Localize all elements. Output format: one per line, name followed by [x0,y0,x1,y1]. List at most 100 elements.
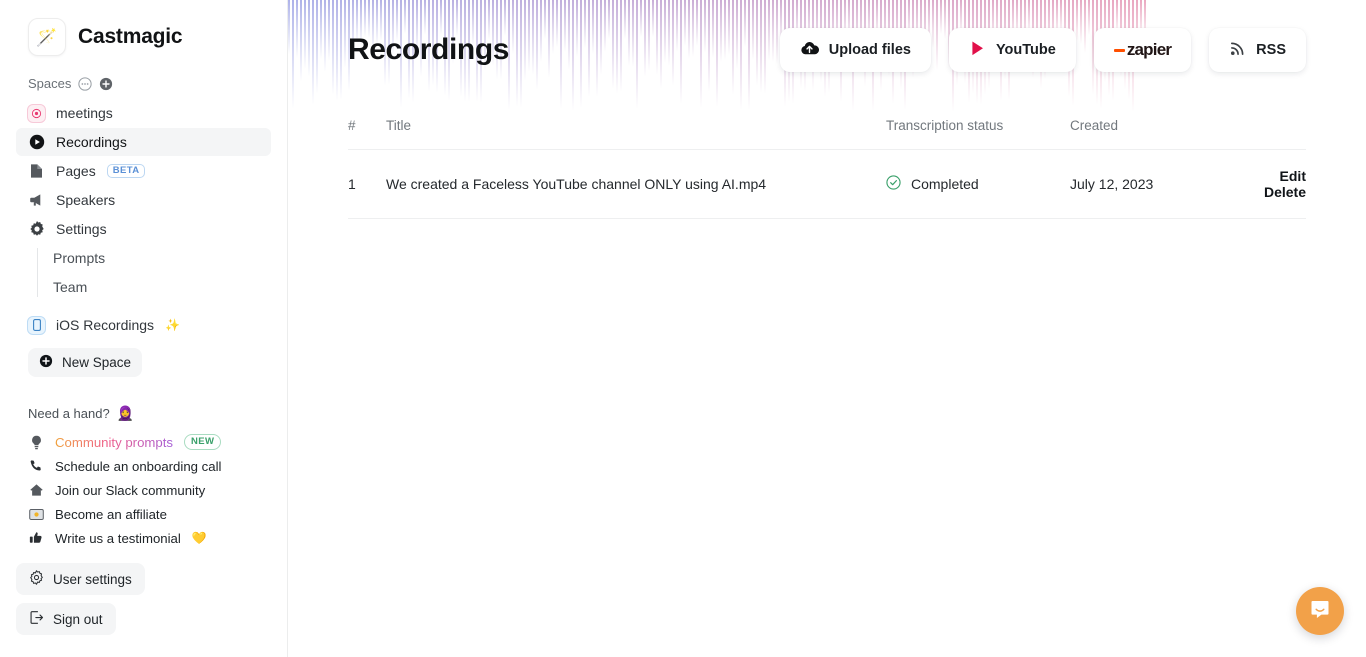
help-item-onboarding-call[interactable]: Schedule an onboarding call [16,454,271,478]
header-actions: Upload files YouTube zapier RSS [779,28,1306,72]
spaces-header: Spaces [16,62,271,97]
help-item-slack-community[interactable]: Join our Slack community [16,478,271,502]
sidebar-item-label: Prompts [53,250,106,266]
sidebar-item-settings[interactable]: Settings [16,215,271,243]
chat-bubble-icon [1308,597,1332,626]
cell-actions: Edit Delete [1230,150,1306,219]
support-person-icon: 🧕 [116,405,135,421]
sidebar-item-ios-recordings[interactable]: iOS Recordings ✨ [16,311,271,339]
delete-button[interactable]: Delete [1264,184,1306,200]
help-list: Community prompts NEW Schedule an onboar… [16,430,271,550]
sparkles-icon: ✨ [165,318,180,332]
zapier-dash-icon [1113,48,1125,52]
help-item-label: Community prompts [55,434,173,450]
status-badge: Completed [886,175,1070,193]
table-header-row: # Title Transcription status Created [348,118,1306,150]
primary-nav: meetings Recordings Pages BETA Speakers … [16,99,271,339]
upload-files-label: Upload files [828,42,911,58]
gear-icon [29,570,44,588]
plus-circle-icon[interactable] [99,77,113,91]
sidebar-item-label: iOS Recordings [56,317,155,333]
phone-icon [27,315,46,335]
status-label: Completed [911,176,979,192]
check-circle-icon [886,175,901,193]
help-heading-label: Need a hand? [28,406,110,421]
help-item-label: Become an affiliate [55,506,167,522]
column-header-created: Created [1070,118,1119,133]
column-header-index: # [348,118,356,133]
sign-out-label: Sign out [53,611,103,627]
new-space-wrap: New Space [16,340,271,377]
page-header: Recordings Upload files YouTube zapier R… [288,0,1366,72]
cell-created: July 12, 2023 [1070,176,1154,192]
table-head: # Title Transcription status Created [348,118,1306,150]
page-title: Recordings [348,33,510,66]
sidebar-item-pages[interactable]: Pages BETA [16,157,271,185]
sidebar-item-speakers[interactable]: Speakers [16,186,271,214]
zapier-button[interactable]: zapier [1093,28,1192,72]
cell-title[interactable]: We created a Faceless YouTube channel ON… [386,150,886,219]
space-color-chip [27,315,46,335]
help-item-label: Schedule an onboarding call [55,458,222,474]
record-target-icon [27,103,46,123]
rss-icon [1229,40,1246,61]
app-logo-icon: 🪄 [28,18,66,56]
sidebar-bottom-actions: User settings Sign out [16,563,145,643]
ellipsis-circle-icon[interactable] [78,76,93,91]
help-item-affiliate[interactable]: Become an affiliate [16,502,271,526]
thumbs-up-icon [28,530,44,546]
rss-button[interactable]: RSS [1209,28,1306,72]
edit-button[interactable]: Edit [1280,168,1306,184]
zapier-wordmark: zapier [1126,40,1172,59]
zapier-logo: zapier [1113,40,1172,60]
sidebar-item-prompts[interactable]: Prompts [49,244,271,272]
sign-out-button[interactable]: Sign out [16,603,116,635]
help-item-label: Join our Slack community [55,482,206,498]
settings-subnav: Prompts Team [37,244,271,301]
new-space-button[interactable]: New Space [28,348,143,377]
sidebar-item-recordings[interactable]: Recordings [16,128,271,156]
banknote-icon [28,506,44,522]
intercom-launcher-button[interactable] [1296,587,1344,635]
brand[interactable]: 🪄 Castmagic [16,0,271,62]
sidebar-item-label: Pages [56,163,96,179]
main-content: Recordings Upload files YouTube zapier R… [288,0,1366,657]
gear-icon [28,221,45,238]
sidebar-item-label: Speakers [56,192,116,208]
yellow-heart-icon: 💛 [191,531,207,545]
youtube-button[interactable]: YouTube [948,28,1076,72]
beta-badge: BETA [106,163,146,179]
table-body: 1 We created a Faceless YouTube channel … [348,150,1306,219]
sidebar-item-label: Recordings [56,134,127,150]
sidebar-item-label: Team [53,279,88,295]
sidebar-item-team[interactable]: Team [49,273,271,301]
space-color-chip [27,103,46,123]
cell-status: Completed [886,150,1070,219]
recordings-table: # Title Transcription status Created 1 W… [348,118,1306,219]
help-item-label: Write us a testimonial [55,530,181,546]
house-icon [28,482,44,498]
user-settings-button[interactable]: User settings [16,563,145,595]
rss-label: RSS [1256,42,1286,58]
sidebar-item-label: meetings [56,105,113,121]
sidebar: 🪄 Castmagic Spaces meetings Recordings P… [0,0,288,657]
brand-name: Castmagic [78,25,183,48]
youtube-label: YouTube [995,42,1056,58]
user-settings-label: User settings [53,571,132,587]
help-item-testimonial[interactable]: Write us a testimonial 💛 [16,526,271,550]
play-circle-icon [28,134,45,151]
phone-call-icon [28,458,44,474]
help-item-community-prompts[interactable]: Community prompts NEW [16,430,271,454]
cell-index: 1 [348,176,356,192]
megaphone-icon [28,192,45,209]
spaces-label: Spaces [28,76,72,91]
sidebar-item-meetings[interactable]: meetings [16,99,271,127]
magic-wand-icon: 🪄 [36,27,58,47]
upload-files-button[interactable]: Upload files [779,28,931,72]
new-badge: NEW [184,434,222,450]
document-icon [28,163,45,180]
table-row[interactable]: 1 We created a Faceless YouTube channel … [348,150,1306,219]
sidebar-item-label: Settings [56,221,107,237]
new-space-label: New Space [62,355,132,370]
help-heading: Need a hand? 🧕 [16,377,271,430]
